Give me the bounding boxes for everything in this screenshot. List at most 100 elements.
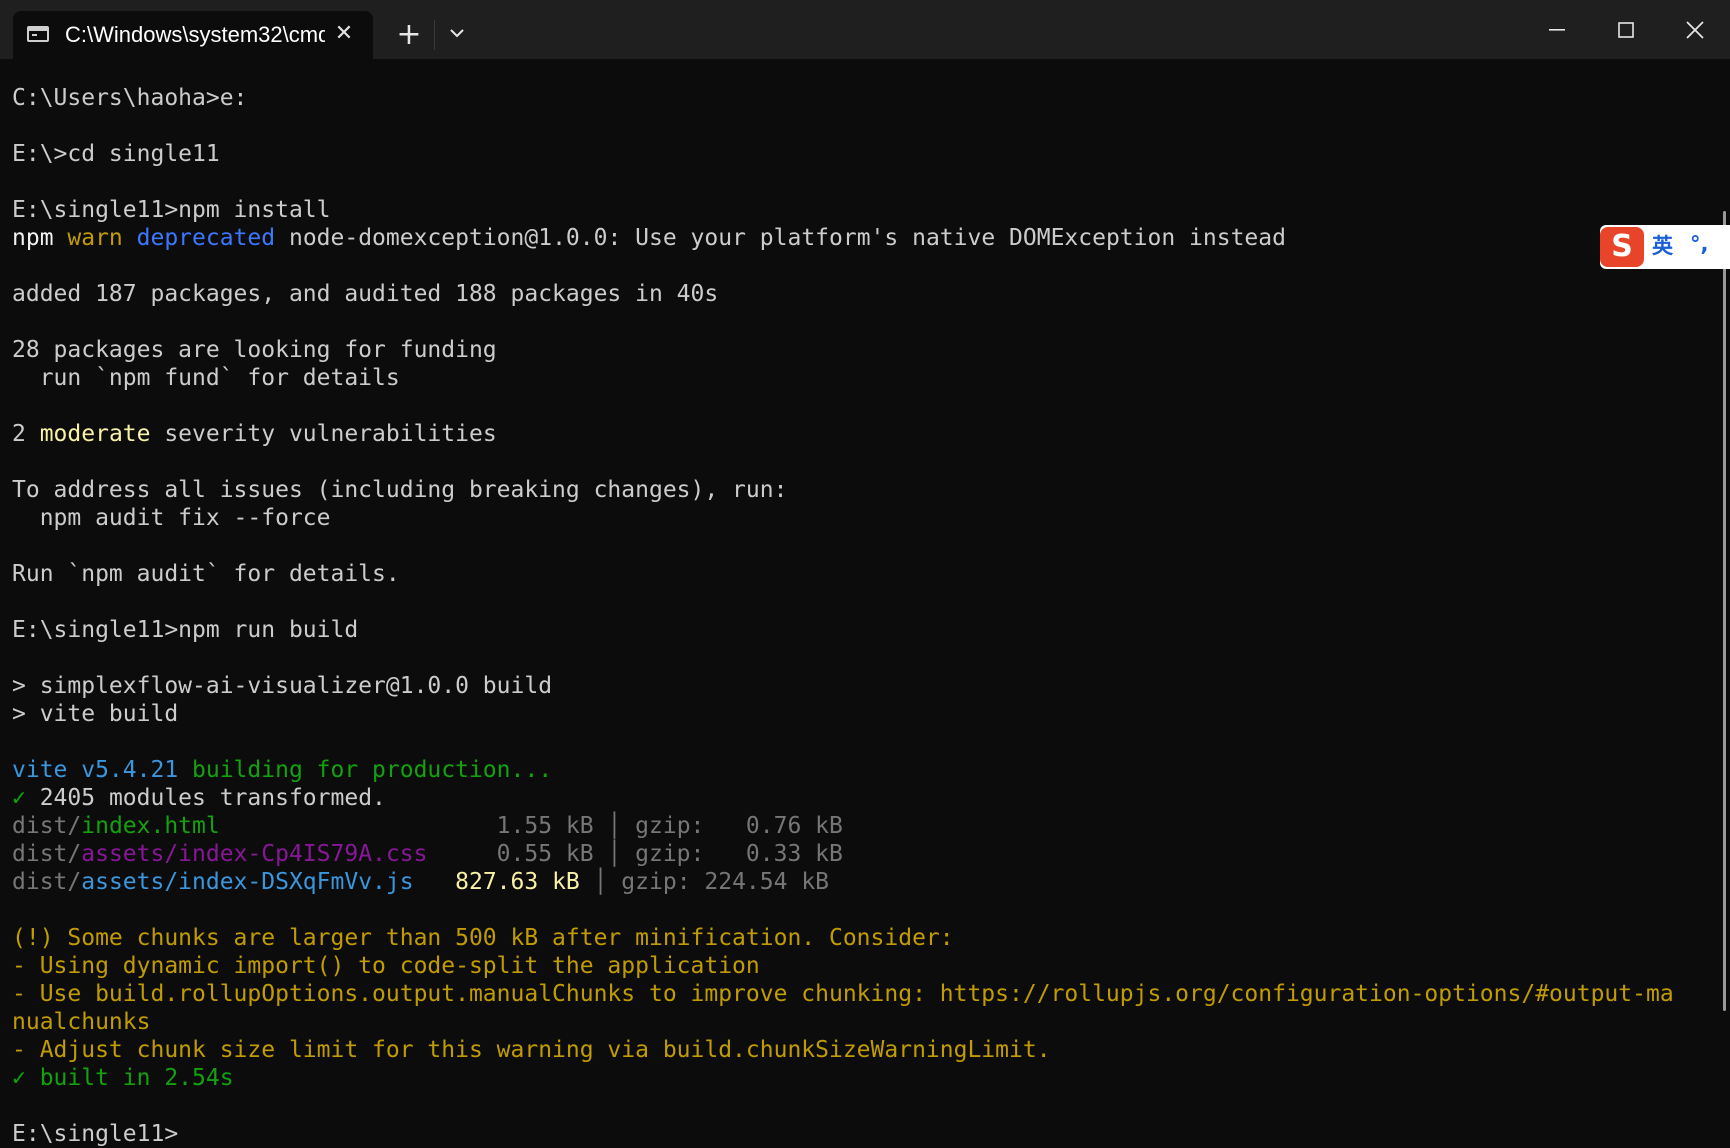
terminal-text-segment: │ gzip: 224.54 kB xyxy=(579,869,830,895)
terminal-text-segment: > simplexflow-ai-visualizer@1.0.0 build xyxy=(12,673,553,699)
maximize-icon xyxy=(1618,22,1634,38)
close-tab-button[interactable]: ✕ xyxy=(329,19,359,49)
terminal-line: E:\single11> xyxy=(12,1120,1674,1148)
terminal-text-segment: run `npm fund` for details xyxy=(12,365,400,391)
terminal-text-segment: - Adjust chunk size limit for this warni… xyxy=(12,1037,1051,1063)
terminal-text-segment: E:\single11>npm run build xyxy=(12,617,359,643)
tab-dropdown-button[interactable] xyxy=(440,22,474,52)
terminal-line: nualchunks xyxy=(12,1008,1674,1036)
terminal-text-segment: added 187 packages, and audited 188 pack… xyxy=(12,281,719,307)
tab-title: C:\Windows\system32\cmd.exe xyxy=(65,22,325,47)
terminal-text-segment: moderate xyxy=(39,421,151,447)
terminal-line: > vite build xyxy=(12,700,1674,728)
terminal-text-segment: dist/ xyxy=(12,869,82,895)
terminal-text-segment: building for production... xyxy=(178,757,553,783)
terminal-text-segment: index.html xyxy=(81,813,220,839)
terminal-line: E:\single11>npm install xyxy=(12,196,1674,224)
terminal-line: C:\Users\haoha>e: xyxy=(12,84,1674,112)
terminal-lines: C:\Users\haoha>e: E:\>cd single11 E:\singl… xyxy=(12,84,1674,1148)
terminal-text-segment: 827.63 kB xyxy=(455,869,580,895)
terminal-text-segment: 0.55 kB │ gzip: 0.33 kB xyxy=(427,841,843,867)
terminal-text-segment: dist/ xyxy=(12,813,82,839)
close-icon xyxy=(1686,21,1704,39)
terminal-text-segment: C:\Users\haoha>e: xyxy=(12,85,248,111)
terminal-line: run `npm fund` for details xyxy=(12,364,1674,392)
chevron-down-icon xyxy=(450,29,464,38)
terminal-text-segment: warn xyxy=(67,225,123,251)
ime-toolbar[interactable]: S 英 °, xyxy=(1600,225,1730,269)
terminal-text-segment: npm xyxy=(12,225,68,251)
terminal-line: dist/assets/index-DSXqFmVv.js 827.63 kB … xyxy=(12,868,1674,896)
terminal-line: 2 moderate severity vulnerabilities xyxy=(12,420,1674,448)
terminal-line: 28 packages are looking for funding xyxy=(12,336,1674,364)
terminal-icon xyxy=(27,26,49,42)
terminal-text-segment: deprecated xyxy=(136,225,276,251)
maximize-button[interactable] xyxy=(1597,10,1655,50)
ime-language-toggle[interactable]: 英 xyxy=(1652,231,1673,261)
terminal-line: dist/assets/index-Cp4IS79A.css 0.55 kB │… xyxy=(12,840,1674,868)
terminal-text-segment: To address all issues (including breakin… xyxy=(12,477,788,503)
tab-cmd[interactable]: C:\Windows\system32\cmd.exe ✕ xyxy=(13,11,373,59)
terminal-text-segment: 2405 modules transformed. xyxy=(25,785,386,811)
terminal-text-segment: 1.55 kB │ gzip: 0.76 kB xyxy=(219,813,843,839)
terminal-line: dist/index.html 1.55 kB │ gzip: 0.76 kB xyxy=(12,812,1674,840)
sogou-logo-icon: S xyxy=(1600,227,1644,267)
terminal-text-segment: ✓ built in 2.54s xyxy=(12,1065,234,1091)
terminal-line: ✓ 2405 modules transformed. xyxy=(12,784,1674,812)
close-window-button[interactable] xyxy=(1666,10,1724,50)
terminal-line: - Adjust chunk size limit for this warni… xyxy=(12,1036,1674,1064)
minimize-button[interactable] xyxy=(1528,10,1586,50)
terminal-text-segment: dist/ xyxy=(12,841,82,867)
terminal-text-segment: 2 xyxy=(12,421,40,447)
terminal-text-segment: E:\>cd single11 xyxy=(12,141,220,167)
terminal-line: ✓ built in 2.54s xyxy=(12,1064,1674,1092)
terminal-text-segment: node-domexception@1.0.0: Use your platfo… xyxy=(275,225,1286,251)
new-tab-button[interactable]: + xyxy=(392,20,426,54)
tab-divider xyxy=(434,20,435,50)
terminal-text-segment: npm audit fix --force xyxy=(12,505,331,531)
terminal-text-segment: nualchunks xyxy=(12,1009,151,1035)
terminal-line: To address all issues (including breakin… xyxy=(12,476,1674,504)
terminal-line: - Use build.rollupOptions.output.manualC… xyxy=(12,980,1674,1008)
terminal-text-segment: - Using dynamic import() to code-split t… xyxy=(12,953,760,979)
terminal-text-segment: assets/index-DSXqFmVv.js xyxy=(81,869,414,895)
terminal-text-segment: E:\single11> xyxy=(12,1121,179,1147)
terminal-line: npm audit fix --force xyxy=(12,504,1674,532)
terminal-text-segment: 28 packages are looking for funding xyxy=(12,337,497,363)
terminal-line: added 187 packages, and audited 188 pack… xyxy=(12,280,1674,308)
terminal-line: npm warn deprecated node-domexception@1.… xyxy=(12,224,1674,252)
ime-punctuation-toggle[interactable]: °, xyxy=(1690,229,1708,259)
terminal-text-segment: severity vulnerabilities xyxy=(150,421,497,447)
title-bar: C:\Windows\system32\cmd.exe ✕ + xyxy=(0,0,1730,59)
terminal-line: Run `npm audit` for details. xyxy=(12,560,1674,588)
terminal-output-area[interactable]: C:\Users\haoha>e: E:\>cd single11 E:\singl… xyxy=(0,59,1730,1148)
terminal-text-segment: assets/index-Cp4IS79A.css xyxy=(81,841,428,867)
terminal-text-segment: Run `npm audit` for details. xyxy=(12,561,400,587)
terminal-text-segment: > vite build xyxy=(12,701,179,727)
terminal-text-segment: (!) Some chunks are larger than 500 kB a… xyxy=(12,925,954,951)
terminal-text-segment: ✓ xyxy=(12,785,26,811)
minimize-icon xyxy=(1549,29,1565,31)
terminal-line: (!) Some chunks are larger than 500 kB a… xyxy=(12,924,1674,952)
terminal-line: > simplexflow-ai-visualizer@1.0.0 build xyxy=(12,672,1674,700)
scrollbar[interactable] xyxy=(1723,211,1726,1011)
terminal-text-segment: - Use build.rollupOptions.output.manualC… xyxy=(12,981,1674,1007)
terminal-line: E:\>cd single11 xyxy=(12,140,1674,168)
terminal-line: E:\single11>npm run build xyxy=(12,616,1674,644)
terminal-text-segment: E:\single11>npm install xyxy=(12,197,331,223)
terminal-text-segment: vite v5.4.21 xyxy=(12,757,179,783)
terminal-line: vite v5.4.21 building for production... xyxy=(12,756,1674,784)
